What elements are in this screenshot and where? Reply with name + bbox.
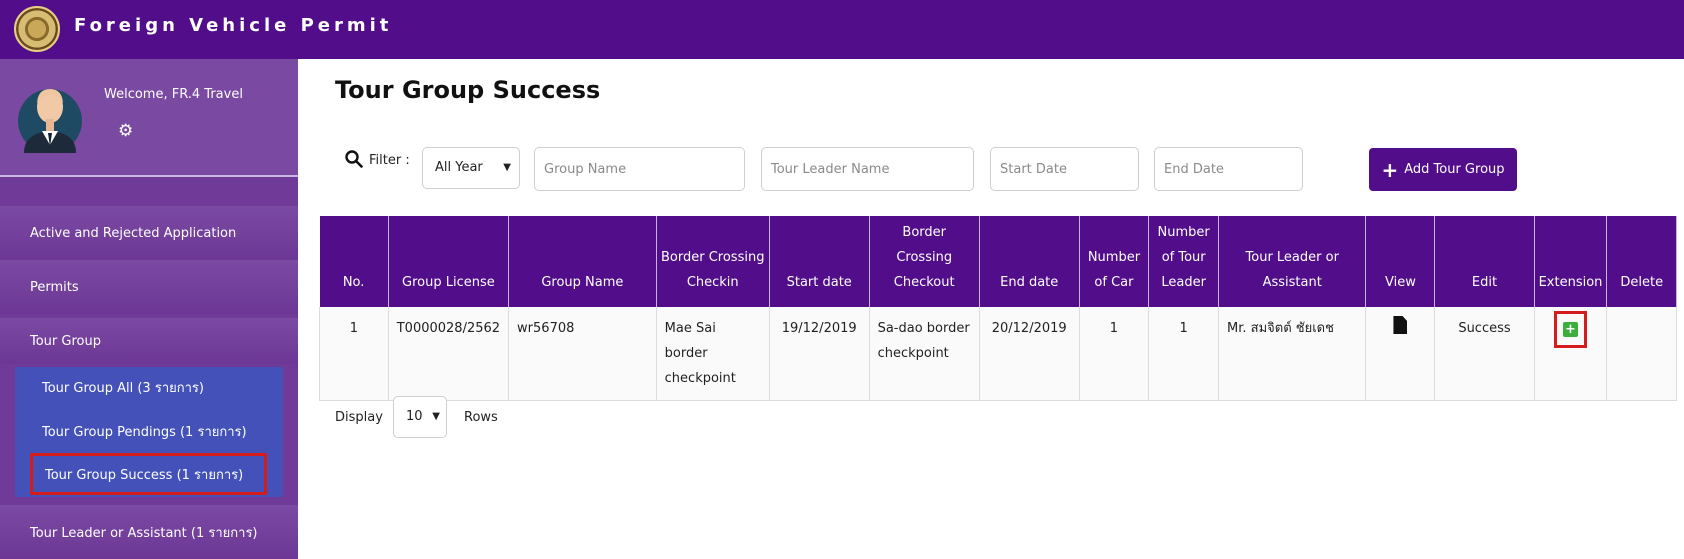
tour-leader-name-input[interactable] xyxy=(761,147,974,191)
cell-view xyxy=(1365,307,1436,401)
cell-group-name: wr56708 xyxy=(508,307,657,401)
column-header-end-date: End date xyxy=(979,216,1080,307)
user-profile: Welcome, FR.4 Travel ⚙ xyxy=(0,59,298,177)
rows-per-page-select[interactable]: 10 ▼ xyxy=(393,396,447,438)
cell-num-car: 1 xyxy=(1079,307,1150,401)
column-header-tour-leader: Tour Leader or Assistant xyxy=(1218,216,1367,307)
year-select[interactable]: All Year ▼ xyxy=(422,147,520,189)
plus-icon: + xyxy=(1381,157,1399,182)
sidebar-item-permits[interactable]: Permits xyxy=(0,260,298,314)
chevron-down-icon: ▼ xyxy=(432,411,440,422)
cell-start-date: 19/12/2019 xyxy=(769,307,870,401)
filter-label: Filter : xyxy=(369,153,410,168)
rows-label: Rows xyxy=(464,410,498,425)
rows-per-page-value: 10 xyxy=(406,409,423,424)
column-header-num-leader: Number of Tour Leader xyxy=(1148,216,1220,307)
year-select-value: All Year xyxy=(435,160,483,175)
document-icon[interactable] xyxy=(1393,316,1408,334)
column-header-group-license: Group License xyxy=(388,216,510,307)
cell-no: 1 xyxy=(319,307,389,401)
sidebar-item-tour-leader[interactable]: Tour Leader or Assistant (1 รายการ) xyxy=(0,505,298,559)
column-header-extension: Extension xyxy=(1534,216,1608,307)
plus-square-icon[interactable]: + xyxy=(1562,322,1578,337)
cell-delete xyxy=(1606,307,1677,401)
cell-end-date: 20/12/2019 xyxy=(979,307,1080,401)
add-tour-group-button[interactable]: + Add Tour Group xyxy=(1369,148,1517,191)
group-name-input[interactable] xyxy=(534,147,745,191)
submenu-item-tour-group-pendings[interactable]: Tour Group Pendings (1 รายการ) xyxy=(15,411,283,451)
welcome-text: Welcome, FR.4 Travel xyxy=(104,87,243,102)
search-icon xyxy=(345,150,363,168)
cell-group-license: T0000028/2562 xyxy=(388,307,510,401)
column-header-group-name: Group Name xyxy=(508,216,657,307)
top-bar: Foreign Vehicle Permit xyxy=(0,0,1684,59)
submenu-item-tour-group-all[interactable]: Tour Group All (3 รายการ) xyxy=(15,367,283,407)
cell-num-leader: 1 xyxy=(1148,307,1220,401)
page-title: Tour Group Success xyxy=(335,76,601,104)
column-header-delete: Delete xyxy=(1606,216,1677,307)
sidebar-item-tour-group[interactable]: Tour Group xyxy=(0,318,298,364)
sidebar-item-active-rejected[interactable]: Active and Rejected Application xyxy=(0,206,298,260)
display-label: Display xyxy=(335,410,383,425)
chevron-down-icon: ▼ xyxy=(503,162,511,173)
tour-group-table: No. Group License Group Name Border Cros… xyxy=(319,216,1677,401)
cell-extension: + xyxy=(1534,307,1608,401)
end-date-input[interactable] xyxy=(1154,147,1303,191)
cell-edit: Success xyxy=(1434,307,1535,401)
app-title: Foreign Vehicle Permit xyxy=(74,15,393,36)
cell-border-checkout: Sa-dao border checkpoint xyxy=(869,307,980,401)
avatar xyxy=(18,89,82,153)
start-date-input[interactable] xyxy=(990,147,1139,191)
submenu-item-tour-group-success[interactable]: Tour Group Success (1 รายการ) xyxy=(30,453,267,495)
column-header-start-date: Start date xyxy=(769,216,870,307)
column-header-num-car: Number of Car xyxy=(1079,216,1150,307)
table-row: 1 T0000028/2562 wr56708 Mae Sai border c… xyxy=(319,307,1677,401)
column-header-view: View xyxy=(1365,216,1436,307)
sidebar: Welcome, FR.4 Travel ⚙ Active and Reject… xyxy=(0,59,298,559)
emblem-logo xyxy=(14,6,60,52)
column-header-border-checkout: Border Crossing Checkout xyxy=(869,216,980,307)
tour-group-submenu: Tour Group All (3 รายการ) Tour Group Pen… xyxy=(15,367,283,497)
column-header-edit: Edit xyxy=(1434,216,1535,307)
column-header-border-checkin: Border Crossing Checkin xyxy=(656,216,770,307)
cell-tour-leader: Mr. สมจิตต์ ชัยเดช xyxy=(1218,307,1367,401)
gear-icon[interactable]: ⚙ xyxy=(118,121,133,141)
table-header-row: No. Group License Group Name Border Cros… xyxy=(319,216,1677,307)
column-header-no: No. xyxy=(319,216,389,307)
extension-highlight: + xyxy=(1553,311,1587,348)
cell-border-checkin: Mae Sai border checkpoint xyxy=(656,307,770,401)
add-tour-group-label: Add Tour Group xyxy=(1404,162,1505,177)
